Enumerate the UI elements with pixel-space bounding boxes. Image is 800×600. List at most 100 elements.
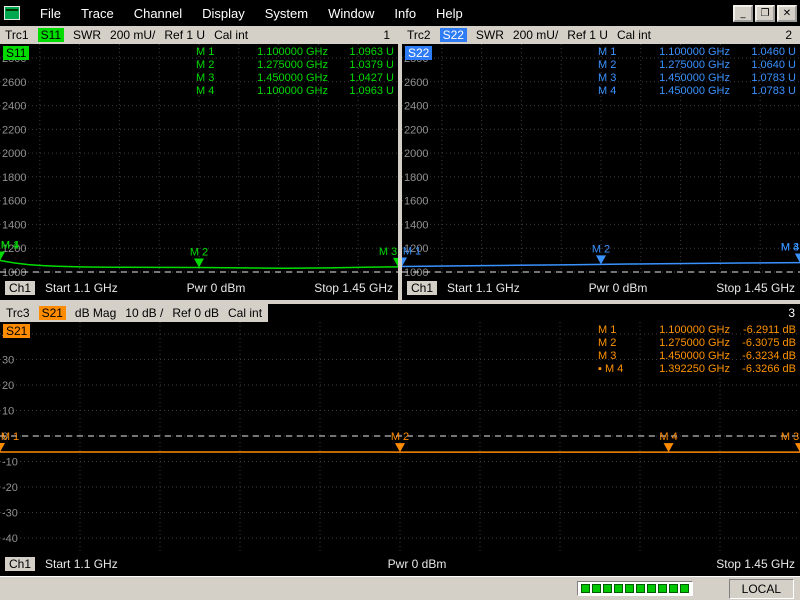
led-segment: [591, 584, 601, 593]
trace-ref-label: Ref 0 dB: [172, 306, 220, 320]
maximize-button[interactable]: ❐: [755, 4, 775, 22]
meas-param-chip[interactable]: S21: [38, 306, 66, 320]
marker-readout-1: M 1 1.100000 GHz 1.0963 U M 2 1.275000 G…: [196, 46, 394, 98]
marker-frequency: 1.450000 GHz: [659, 85, 730, 97]
marker-name: M 2: [598, 59, 617, 71]
channel-chip[interactable]: Ch1: [5, 281, 36, 295]
svg-text:2000: 2000: [404, 148, 428, 160]
svg-text:-20: -20: [2, 482, 18, 494]
marker-frequency: 1.275000 GHz: [257, 59, 328, 71]
menu-item-display[interactable]: Display: [192, 6, 255, 21]
top-diagram-row: Trc1 S11 SWR 200 mU/ Ref 1 U Cal int 1 2…: [0, 26, 800, 300]
marker-m3[interactable]: [393, 257, 398, 267]
marker-m4[interactable]: [663, 443, 674, 453]
trace-header-chunk: Trc3 S21 dB Mag 10 dB / Ref 0 dB Cal int: [0, 304, 269, 322]
led-segment: [668, 584, 678, 593]
marker-value: -6.3266 dB: [742, 363, 796, 375]
sweep-start-label: Start 1.1 GHz: [447, 281, 520, 295]
trace-scale-label: 200 mU/: [512, 28, 559, 42]
svg-text:-40: -40: [2, 533, 18, 545]
inchart-trace-chip[interactable]: S22: [405, 46, 433, 60]
marker-label: M 2: [592, 243, 610, 255]
menu-item-window[interactable]: Window: [318, 6, 384, 21]
trace-name-label[interactable]: Trc3: [6, 306, 30, 320]
power-label: Pwr 0 dBm: [387, 557, 447, 571]
menu-item-system[interactable]: System: [255, 6, 318, 21]
sweep-start-label: Start 1.1 GHz: [45, 557, 118, 571]
meas-param-chip[interactable]: S22: [439, 28, 467, 42]
marker-readout-row: M 1 1.100000 GHz 1.0963 U: [196, 46, 394, 59]
menu-bar: File Trace Channel Display System Window…: [0, 0, 800, 26]
trace-header-3: Trc3 S21 dB Mag 10 dB / Ref 0 dB Cal int…: [0, 304, 800, 322]
svg-text:1400: 1400: [404, 219, 428, 231]
marker-frequency: 1.100000 GHz: [257, 46, 328, 58]
sweep-stop-label: Stop 1.45 GHz: [716, 557, 795, 571]
svg-text:1600: 1600: [404, 196, 428, 208]
led-segment: [657, 584, 667, 593]
marker-m1[interactable]: [402, 257, 407, 267]
marker-m3[interactable]: [795, 443, 800, 453]
inchart-trace-chip[interactable]: S21: [3, 324, 31, 338]
marker-name: M 4: [196, 85, 215, 97]
sweep-start-label: Start 1.1 GHz: [45, 281, 118, 295]
marker-m2[interactable]: [596, 255, 606, 265]
power-label: Pwr 0 dBm: [186, 281, 246, 295]
trace-scale-label: 10 dB /: [125, 306, 164, 320]
chart-region-1: 2800260024002200200018001600140012001000…: [0, 44, 398, 276]
svg-text:1800: 1800: [2, 172, 26, 184]
svg-text:-10: -10: [2, 456, 18, 468]
trace-name-label[interactable]: Trc1: [5, 28, 29, 42]
svg-text:2400: 2400: [404, 101, 428, 113]
svg-text:2000: 2000: [2, 148, 26, 160]
marker-label: M 4: [1, 240, 19, 252]
marker-readout-row: M 1 1.100000 GHz -6.2911 dB: [598, 324, 796, 337]
marker-value: 1.0379 U: [349, 59, 394, 71]
diagram-area-1: Trc1 S11 SWR 200 mU/ Ref 1 U Cal int 1 2…: [0, 26, 398, 300]
inchart-trace-chip[interactable]: S11: [3, 46, 30, 60]
marker-name: M 1: [598, 46, 617, 58]
meas-param-chip[interactable]: S11: [37, 28, 65, 42]
marker-readout-row: M 2 1.275000 GHz 1.0640 U: [598, 59, 796, 72]
minimize-button[interactable]: _: [733, 4, 753, 22]
menu-item-channel[interactable]: Channel: [124, 6, 192, 21]
marker-name: ▪ M 4: [598, 363, 624, 375]
menu-item-file[interactable]: File: [30, 6, 71, 21]
diagram-number: 3: [788, 306, 795, 320]
chart-region-3: 403020100-10-20-30-40M 1M 2M 4M 3 S21 M …: [0, 322, 800, 552]
led-segment: [613, 584, 623, 593]
marker-m1[interactable]: [0, 443, 5, 453]
marker-frequency: 1.450000 GHz: [257, 72, 328, 84]
marker-value: -6.3075 dB: [742, 337, 796, 349]
marker-name: M 4: [598, 85, 617, 97]
marker-readout-row: M 2 1.275000 GHz -6.3075 dB: [598, 337, 796, 350]
trace-format-label: dB Mag: [74, 306, 117, 320]
svg-text:1400: 1400: [2, 219, 26, 231]
marker-label: M 3: [781, 431, 799, 443]
marker-frequency: 1.392250 GHz: [659, 363, 730, 375]
app-icon[interactable]: [4, 6, 20, 20]
marker-m2[interactable]: [395, 443, 405, 453]
menu-item-trace[interactable]: Trace: [71, 6, 124, 21]
led-segment: [646, 584, 656, 593]
cal-status-label: Cal int: [228, 306, 263, 320]
diagram-area-3: Trc3 S21 dB Mag 10 dB / Ref 0 dB Cal int…: [0, 304, 800, 576]
chart-region-2: 2800260024002200200018001600140012001000…: [402, 44, 800, 276]
menu-item-help[interactable]: Help: [426, 6, 473, 21]
led-segment: [624, 584, 634, 593]
close-button[interactable]: ✕: [777, 4, 797, 22]
trace-name-label[interactable]: Trc2: [407, 28, 431, 42]
channel-chip[interactable]: Ch1: [407, 281, 438, 295]
marker-label: M 2: [190, 246, 208, 258]
marker-label: M 3: [379, 246, 397, 258]
channel-footer-1: Ch1 Start 1.1 GHz Pwr 0 dBm Stop 1.45 GH…: [0, 276, 398, 300]
marker-readout-row: M 4 1.100000 GHz 1.0963 U: [196, 85, 394, 98]
marker-label: M 1: [1, 431, 19, 443]
marker-m4[interactable]: [795, 253, 800, 263]
menu-item-info[interactable]: Info: [384, 6, 426, 21]
marker-frequency: 1.275000 GHz: [659, 59, 730, 71]
vna-application-window: File Trace Channel Display System Window…: [0, 0, 800, 600]
led-segment: [602, 584, 612, 593]
diagram-number: 1: [383, 28, 390, 42]
channel-chip[interactable]: Ch1: [5, 557, 36, 571]
marker-m2[interactable]: [194, 258, 204, 268]
